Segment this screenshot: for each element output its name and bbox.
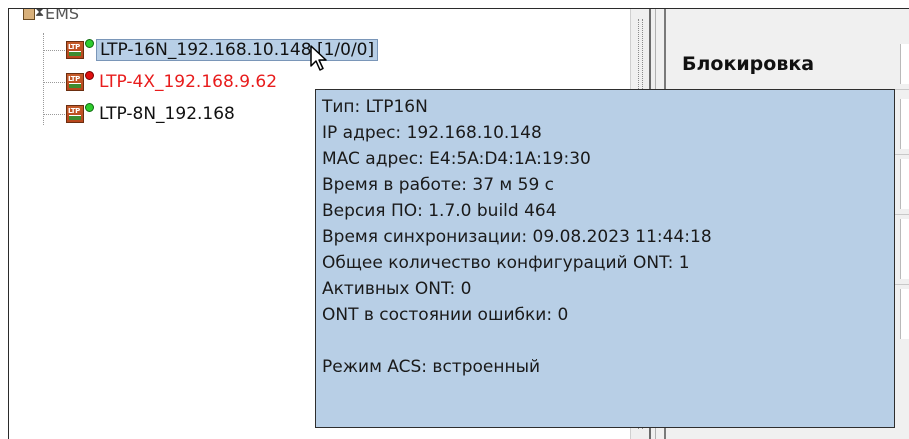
tooltip-sync-time: Время синхронизации: 09.08.2023 11:44:18 [322,227,712,247]
tooltip-acs-mode: Режим ACS: встроенный [322,357,541,377]
tree-node-ltp-4x[interactable]: LTP LTP-4X_192.168.9.62 [66,69,277,95]
device-icon: LTP [66,73,84,91]
mouse-pointer-icon [310,45,327,71]
tree-root-ems[interactable]: ⧗ EMS [23,9,79,23]
tooltip-ont-error: ONT в состоянии ошибки: 0 [322,305,569,325]
lock-label: Блокировка [682,53,815,75]
tooltip-ont-config-count: Общее количество конфигураций ONT: 1 [322,253,690,273]
property-cell[interactable] [900,99,909,149]
device-info-tooltip: Тип: LTP16N IP адрес: 192.168.10.148 MAC… [315,89,895,428]
tree-node-ltp-8n[interactable]: LTP LTP-8N_192.168 [66,101,235,127]
tree-node-ltp-16n[interactable]: LTP LTP-16N_192.168.10.148 [1/0/0] [66,37,379,63]
tree-connector [43,82,65,83]
tree-node-label: LTP-16N_192.168.10.148 [1/0/0] [96,39,379,61]
tree-connector [43,114,65,115]
lock-value-cell[interactable] [900,44,909,84]
device-icon: LTP [66,41,84,59]
tooltip-type: Тип: LTP16N [322,97,428,117]
ems-root-icon: ⧗ [23,9,45,20]
tooltip-mac: MAC адрес: E4:5A:D4:1A:19:30 [322,149,591,169]
status-offline-icon [85,70,94,80]
status-online-icon [85,102,94,112]
tree-connector [43,33,44,125]
device-icon: LTP [66,105,84,123]
property-cell[interactable] [900,289,909,339]
property-cell[interactable] [900,219,909,279]
property-cell[interactable] [900,159,909,209]
status-online-icon [85,38,94,48]
tooltip-uptime: Время в работе: 37 м 59 с [322,175,555,195]
tree-root-label: EMS [45,9,80,23]
tree-node-label: LTP-4X_192.168.9.62 [99,72,278,92]
tree-connector [43,50,65,51]
tooltip-ip: IP адрес: 192.168.10.148 [322,123,542,143]
tooltip-active-ont: Активных ONT: 0 [322,279,472,299]
tooltip-blank-line [322,328,888,354]
tooltip-firmware: Версия ПО: 1.7.0 build 464 [322,201,557,221]
tree-node-label: LTP-8N_192.168 [99,104,235,124]
